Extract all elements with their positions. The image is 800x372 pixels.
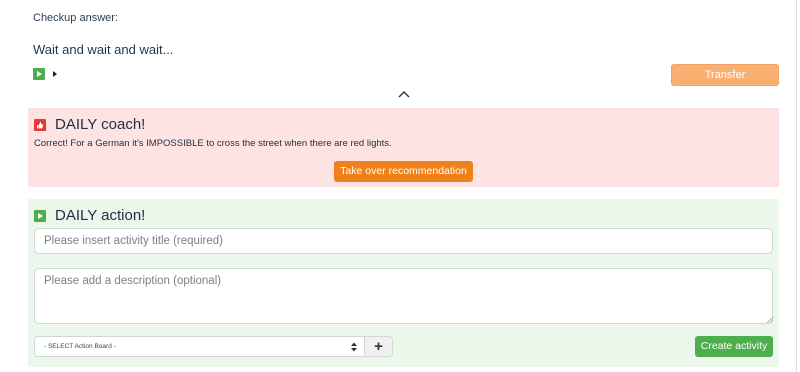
play-icon (34, 209, 46, 222)
action-board-select[interactable]: - SELECT Action Board - (34, 336, 365, 357)
answer-controls (33, 68, 57, 80)
play-icon[interactable] (33, 68, 45, 80)
activity-description-input[interactable] (34, 268, 773, 324)
coach-panel: DAILY coach! Correct! For a German it's … (28, 108, 779, 187)
action-title: DAILY action! (55, 207, 146, 224)
transfer-button[interactable]: Transfer (671, 64, 779, 86)
resize-grip-icon[interactable] (766, 316, 773, 323)
take-over-recommendation-button[interactable]: Take over recommendation (334, 161, 473, 182)
coach-header: DAILY coach! (34, 116, 145, 133)
action-board-select-value: - SELECT Action Board - (44, 343, 116, 350)
checkup-label: Checkup answer: (33, 12, 118, 24)
create-activity-button[interactable]: Create activity (695, 336, 773, 357)
coach-title: DAILY coach! (55, 116, 146, 133)
coach-message: Correct! For a German it's IMPOSSIBLE to… (34, 138, 392, 149)
caret-right-icon[interactable] (53, 71, 57, 77)
thumbs-up-icon (34, 118, 46, 131)
page-divider (796, 0, 797, 372)
activity-title-input[interactable] (34, 228, 773, 254)
action-header: DAILY action! (34, 207, 145, 224)
select-arrows-icon (351, 342, 357, 352)
chevron-up-icon[interactable] (397, 89, 411, 99)
action-panel: DAILY action! - SELECT Action Board - + … (28, 199, 779, 367)
add-board-button[interactable]: + (365, 336, 393, 357)
checkup-answer: Wait and wait and wait... (33, 42, 174, 57)
plus-icon: + (374, 338, 383, 355)
